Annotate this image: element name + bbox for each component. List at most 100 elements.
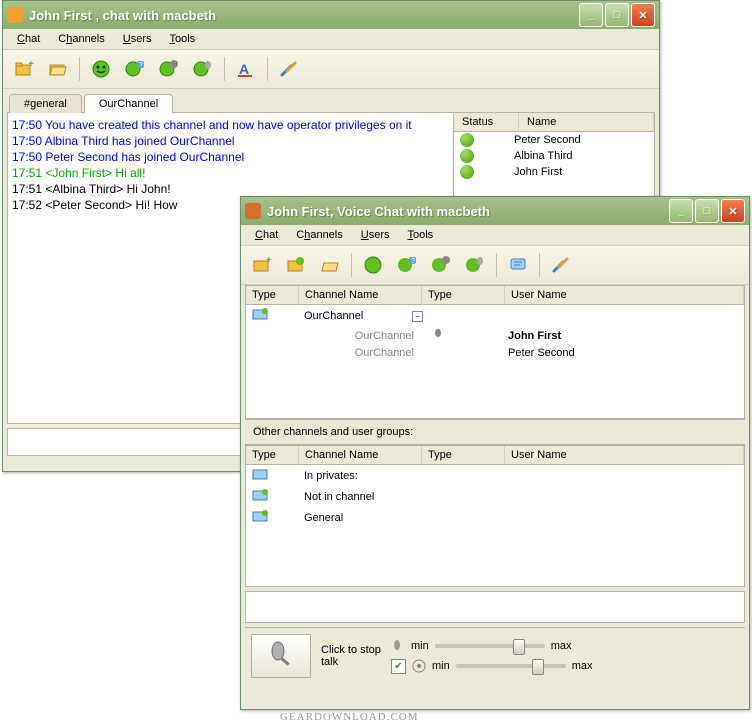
maximize-button[interactable]: □ xyxy=(605,3,629,27)
group-icon xyxy=(252,509,270,523)
collapse-toggle[interactable]: − xyxy=(412,311,423,322)
microphone-icon xyxy=(264,639,298,673)
group-name: General xyxy=(298,511,349,525)
group-name: In privates: xyxy=(298,469,364,483)
tb-font[interactable]: A xyxy=(231,54,261,84)
channel-row[interactable]: OurChannel − xyxy=(246,305,744,326)
menubar: Chat Channels Users Tools xyxy=(3,29,659,50)
toolbar: + ? A xyxy=(3,50,659,89)
col-type2[interactable]: Type xyxy=(422,446,505,464)
col-status[interactable]: Status xyxy=(454,113,519,131)
output-slider[interactable] xyxy=(456,664,566,668)
output-volume: ✔ min max xyxy=(391,659,593,674)
output-checkbox[interactable]: ✔ xyxy=(391,659,406,674)
sub-channel: OurChannel xyxy=(298,346,420,360)
max-label: max xyxy=(551,640,572,652)
input-volume: min max xyxy=(391,639,593,653)
group-row[interactable]: In privates: xyxy=(246,465,744,486)
user-name: John First xyxy=(502,329,567,343)
watermark: GEARDOWNLOAD.COM xyxy=(280,711,419,723)
window-title: John First , chat with macbeth xyxy=(29,8,579,23)
tb-settings[interactable] xyxy=(546,250,576,280)
user-row[interactable]: John First xyxy=(454,164,654,180)
tb-user-help[interactable]: ? xyxy=(392,250,422,280)
channel-icon xyxy=(252,307,270,321)
user-name: John First xyxy=(514,166,562,178)
mic-small-icon xyxy=(391,639,405,653)
maximize-button[interactable]: □ xyxy=(695,199,719,223)
svg-text:?: ? xyxy=(411,258,415,265)
status-icon xyxy=(460,165,474,179)
group-icon xyxy=(252,467,270,481)
menu-channels[interactable]: Channels xyxy=(288,227,351,243)
tb-user-mic[interactable] xyxy=(188,54,218,84)
user-row[interactable]: Albina Third xyxy=(454,148,654,164)
menu-chat[interactable]: Chat xyxy=(247,227,286,243)
tb-new-folder[interactable]: + xyxy=(247,250,277,280)
tb-open-folder[interactable] xyxy=(315,250,345,280)
app-icon xyxy=(7,7,23,23)
group-icon xyxy=(252,488,270,502)
log-line: 17:50 Albina Third has joined OurChannel xyxy=(12,133,449,149)
menu-users[interactable]: Users xyxy=(115,31,160,47)
voice-log xyxy=(245,591,745,623)
col-uname[interactable]: User Name xyxy=(505,446,744,464)
titlebar[interactable]: John First, Voice Chat with macbeth _ □ … xyxy=(241,197,749,225)
titlebar[interactable]: John First , chat with macbeth _ □ ✕ xyxy=(3,1,659,29)
menu-tools[interactable]: Tools xyxy=(399,227,441,243)
tb-settings[interactable] xyxy=(274,54,304,84)
minimize-button[interactable]: _ xyxy=(579,3,603,27)
channel-tabs: #general OurChannel xyxy=(3,93,659,112)
tb-user-help[interactable]: ? xyxy=(120,54,150,84)
close-button[interactable]: ✕ xyxy=(631,3,655,27)
col-type2[interactable]: Type xyxy=(422,286,505,304)
menubar: Chat Channels Users Tools xyxy=(241,225,749,246)
tb-user-add[interactable] xyxy=(154,54,184,84)
talk-button[interactable] xyxy=(251,634,311,678)
close-button[interactable]: ✕ xyxy=(721,199,745,223)
tb-folder-user[interactable] xyxy=(281,250,311,280)
min-label: min xyxy=(411,640,429,652)
user-name: Peter Second xyxy=(502,346,581,360)
svg-text:?: ? xyxy=(139,62,143,69)
user-row[interactable]: OurChannel John First xyxy=(246,326,744,345)
col-uname[interactable]: User Name xyxy=(505,286,744,304)
menu-tools[interactable]: Tools xyxy=(161,31,203,47)
tb-new-folder[interactable]: + xyxy=(9,54,39,84)
col-type[interactable]: Type xyxy=(246,446,299,464)
input-slider[interactable] xyxy=(435,644,545,648)
group-name: Not in channel xyxy=(298,490,380,504)
tb-user-gear[interactable] xyxy=(426,250,456,280)
menu-users[interactable]: Users xyxy=(353,227,398,243)
tab-general[interactable]: #general xyxy=(9,94,82,113)
user-row[interactable]: OurChannel Peter Second xyxy=(246,345,744,361)
tb-message[interactable] xyxy=(503,250,533,280)
tb-user-green[interactable] xyxy=(86,54,116,84)
user-row[interactable]: Peter Second xyxy=(454,132,654,148)
min-label: min xyxy=(432,660,450,672)
tb-user-green[interactable] xyxy=(358,250,388,280)
group-row[interactable]: General xyxy=(246,507,744,528)
col-name[interactable]: Name xyxy=(519,113,654,131)
menu-chat[interactable]: Chat xyxy=(9,31,48,47)
log-line: 17:51 <John First> Hi all! xyxy=(12,165,449,181)
channel-tree: Type Channel Name Type User Name OurChan… xyxy=(245,285,745,419)
col-chname[interactable]: Channel Name xyxy=(299,286,422,304)
tb-open-folder[interactable] xyxy=(43,54,73,84)
minimize-button[interactable]: _ xyxy=(669,199,693,223)
col-type[interactable]: Type xyxy=(246,286,299,304)
group-row[interactable]: Not in channel xyxy=(246,486,744,507)
window-title: John First, Voice Chat with macbeth xyxy=(267,204,669,219)
voice-chat-window: John First, Voice Chat with macbeth _ □ … xyxy=(240,196,750,710)
svg-text:A: A xyxy=(239,61,249,77)
log-line: 17:50 Peter Second has joined OurChannel xyxy=(12,149,449,165)
menu-channels[interactable]: Channels xyxy=(50,31,113,47)
max-label: max xyxy=(572,660,593,672)
status-icon xyxy=(460,133,474,147)
channel-name: OurChannel xyxy=(298,309,406,323)
tab-ourchannel[interactable]: OurChannel xyxy=(84,94,173,113)
log-line: 17:51 <Albina Third> Hi John! xyxy=(12,181,449,197)
tb-user-mic[interactable] xyxy=(460,250,490,280)
mic-bar: Click to stop talk min max ✔ min max xyxy=(245,627,745,684)
col-chname[interactable]: Channel Name xyxy=(299,446,422,464)
